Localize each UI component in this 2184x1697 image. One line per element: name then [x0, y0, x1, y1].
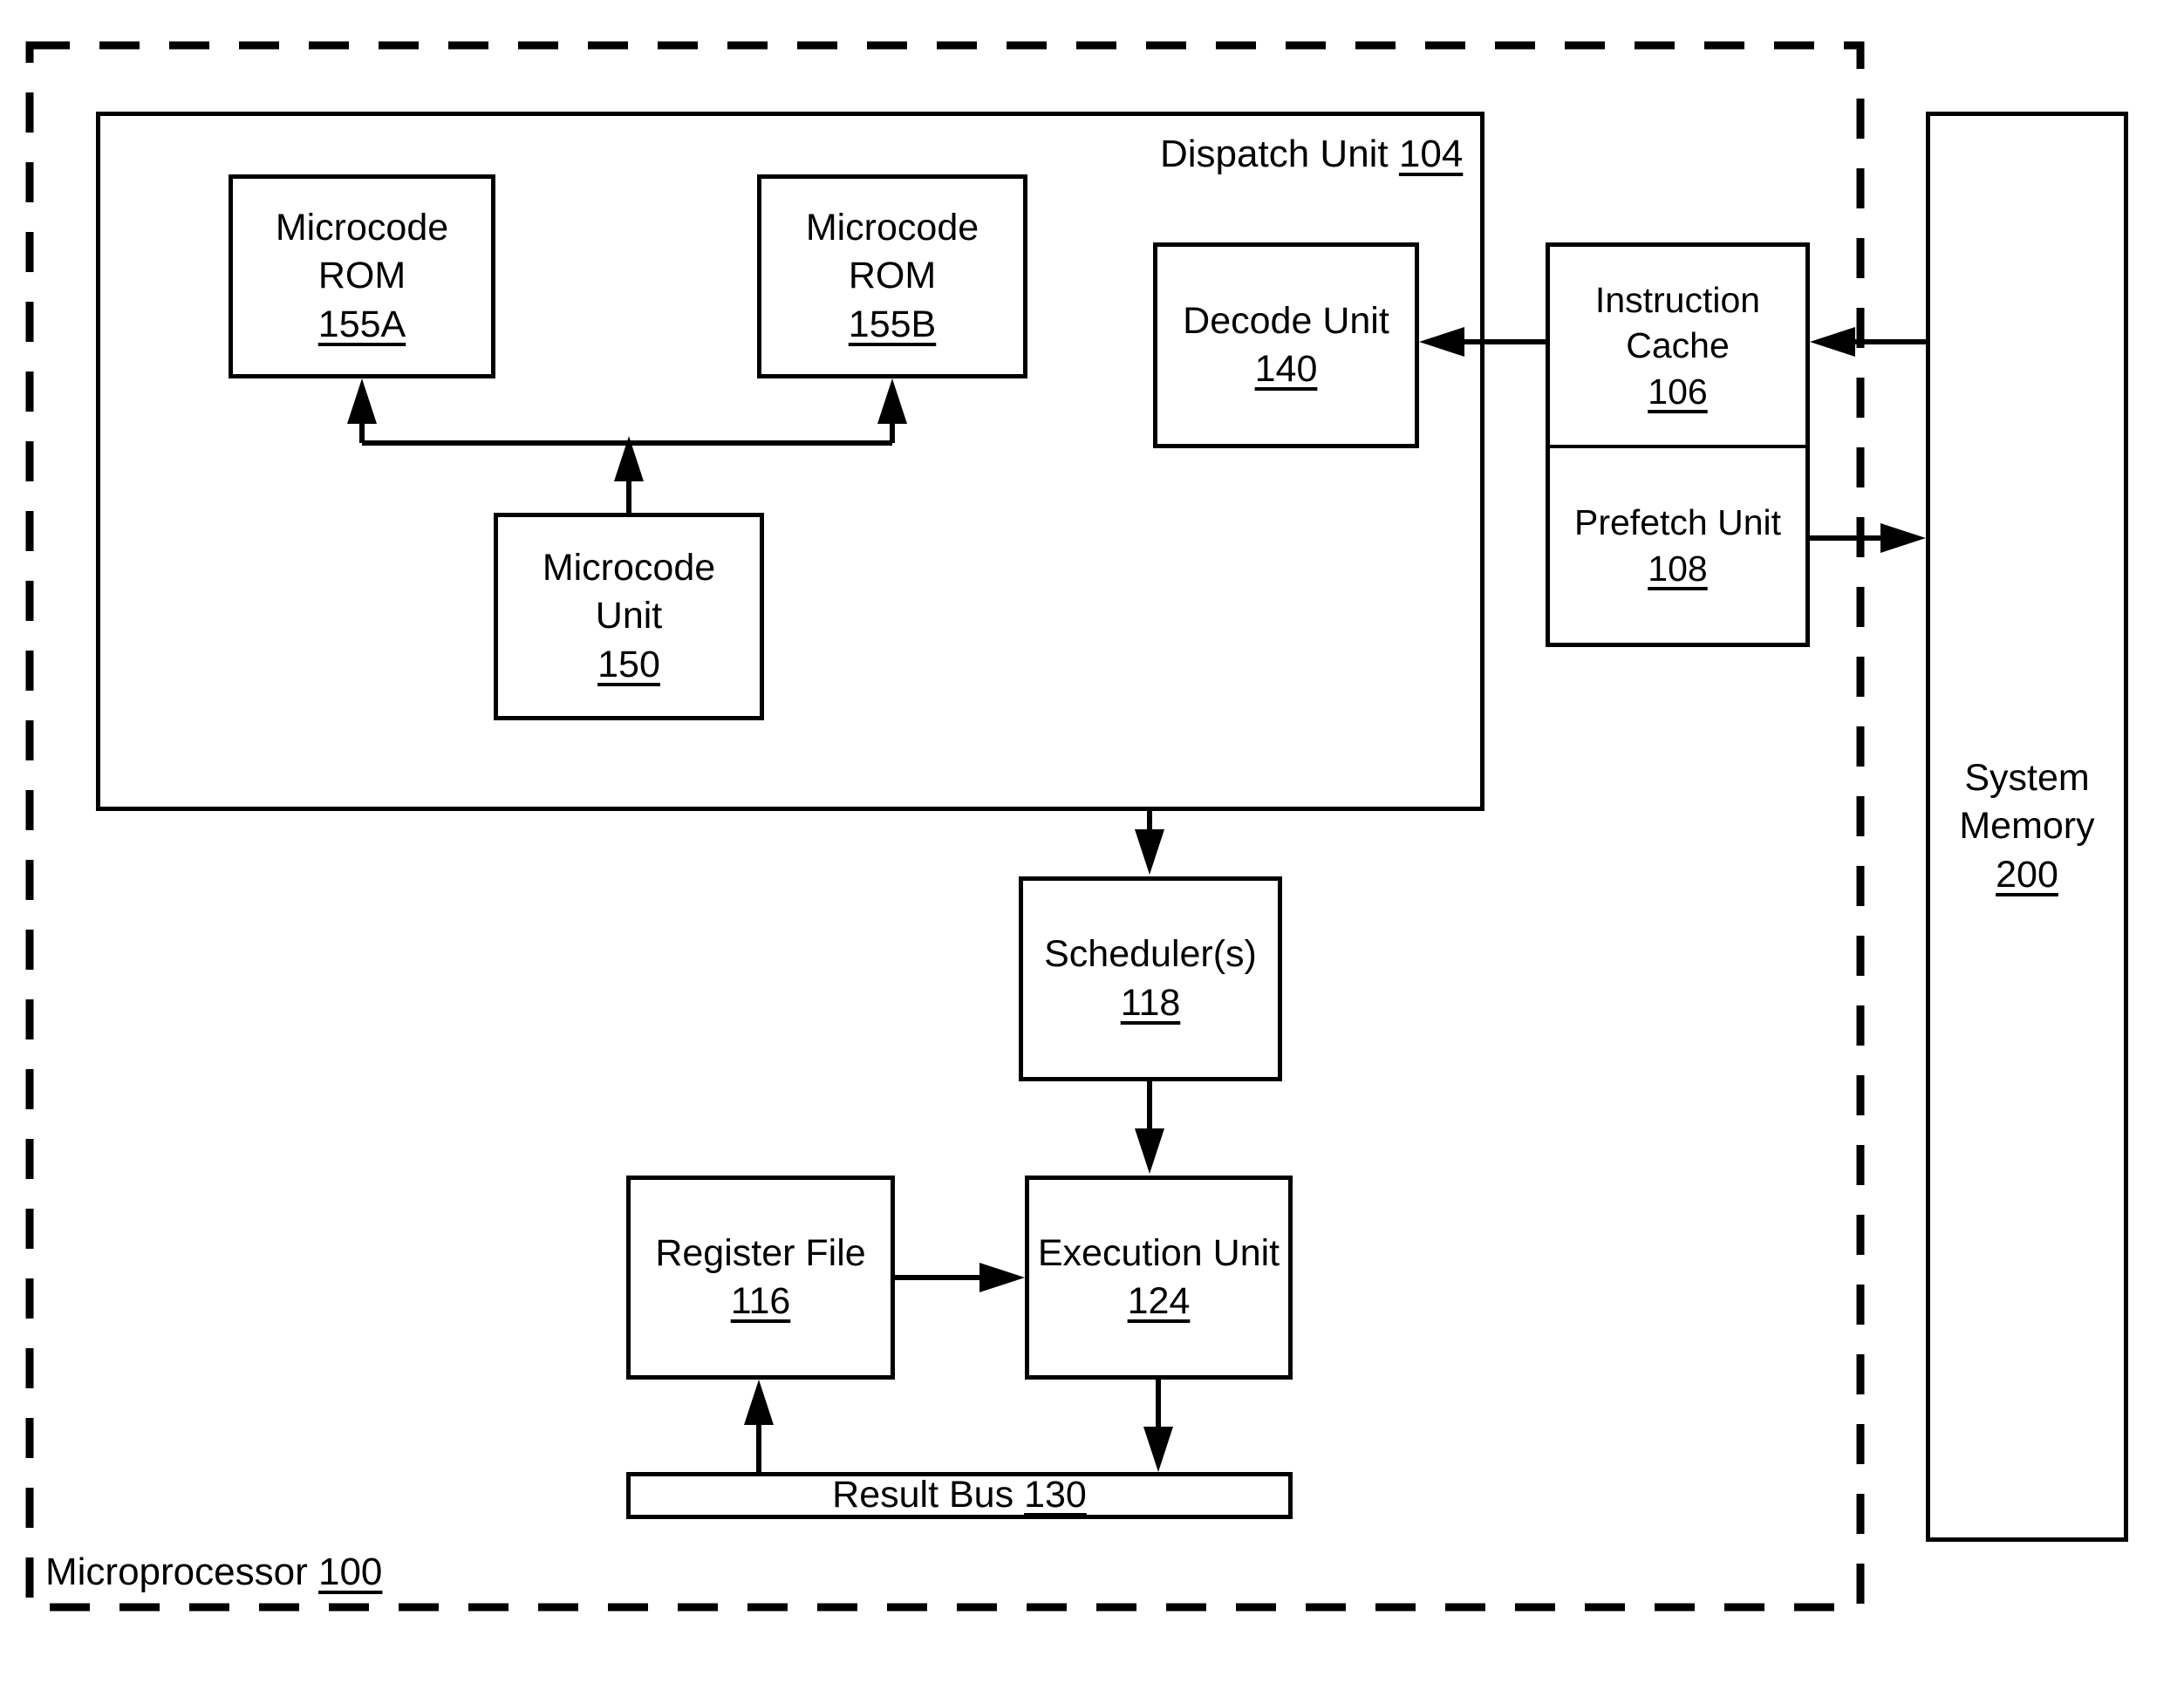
microcode-rom-a-ref: 155A: [317, 303, 406, 345]
dispatch-unit-title: Dispatch Unit: [1160, 133, 1389, 175]
microprocessor-label: Microprocessor 100: [45, 1550, 382, 1594]
arrowhead-to-scheduler: [1135, 829, 1164, 875]
microcode-rom-a-box[interactable]: Microcode ROM 155A: [229, 174, 495, 378]
arrowhead-to-execution-unit-top: [1135, 1128, 1164, 1174]
microcode-rom-b-ref: 155B: [848, 303, 937, 345]
microcode-unit-box[interactable]: Microcode Unit 150: [494, 513, 764, 720]
microcode-rom-a-line2: ROM: [317, 255, 406, 297]
system-memory-box[interactable]: System Memory 200: [1926, 112, 2128, 1542]
system-memory-line1: System: [1964, 757, 2090, 800]
scheduler-line1: Scheduler(s): [1044, 933, 1257, 976]
microcode-rom-b-box[interactable]: Microcode ROM 155B: [757, 174, 1027, 378]
dispatch-unit-label: Dispatch Unit 104: [1160, 133, 1463, 176]
microcode-rom-b-line2: ROM: [848, 255, 937, 297]
execution-unit-ref: 124: [1127, 1280, 1191, 1322]
patent-figure: Dispatch Unit 104 Microcode ROM 155A Mic…: [0, 0, 2184, 1697]
decode-unit-box[interactable]: Decode Unit 140: [1153, 242, 1419, 448]
prefetch-unit-ref: 108: [1648, 548, 1708, 589]
execution-unit-line1: Execution Unit: [1037, 1231, 1280, 1274]
instruction-cache-box[interactable]: Instruction Cache 106: [1546, 242, 1810, 448]
decode-unit-ref: 140: [1254, 348, 1318, 390]
instruction-cache-line1: Instruction: [1594, 279, 1761, 320]
arrowhead-to-system-memory: [1880, 523, 1926, 553]
scheduler-box[interactable]: Scheduler(s) 118: [1019, 876, 1282, 1081]
instruction-cache-ref: 106: [1648, 371, 1708, 412]
microprocessor-ref: 100: [317, 1550, 383, 1593]
microcode-rom-a-line1: Microcode: [275, 207, 449, 249]
register-file-line1: Register File: [655, 1231, 866, 1274]
instruction-cache-line2: Cache: [1626, 325, 1730, 366]
system-memory-ref: 200: [1996, 853, 2058, 896]
microprocessor-title: Microprocessor: [45, 1550, 308, 1593]
scheduler-ref: 118: [1120, 981, 1181, 1024]
microcode-unit-ref: 150: [597, 643, 660, 685]
result-bus-ref: 130: [1024, 1474, 1087, 1516]
microcode-unit-line1: Microcode: [542, 547, 716, 590]
result-bus-label: Result Bus: [832, 1474, 1014, 1516]
microcode-rom-b-line1: Microcode: [805, 207, 979, 249]
microcode-unit-line2: Unit: [595, 595, 663, 637]
arrowhead-to-execution-unit-left: [979, 1263, 1025, 1292]
execution-unit-box[interactable]: Execution Unit 124: [1025, 1176, 1293, 1380]
system-memory-line2: Memory: [1959, 805, 2095, 848]
prefetch-unit-line1: Prefetch Unit: [1574, 502, 1781, 543]
result-bus-box[interactable]: Result Bus 130: [626, 1472, 1293, 1519]
decode-unit-line1: Decode Unit: [1183, 299, 1389, 342]
arrowhead-to-instruction-cache: [1810, 327, 1855, 357]
arrowhead-to-result-bus: [1143, 1427, 1173, 1472]
arrowhead-to-register-file: [744, 1380, 774, 1425]
prefetch-unit-box[interactable]: Prefetch Unit 108: [1546, 445, 1810, 647]
register-file-box[interactable]: Register File 116: [626, 1176, 895, 1380]
dispatch-unit-ref: 104: [1398, 133, 1464, 175]
register-file-ref: 116: [730, 1280, 791, 1322]
